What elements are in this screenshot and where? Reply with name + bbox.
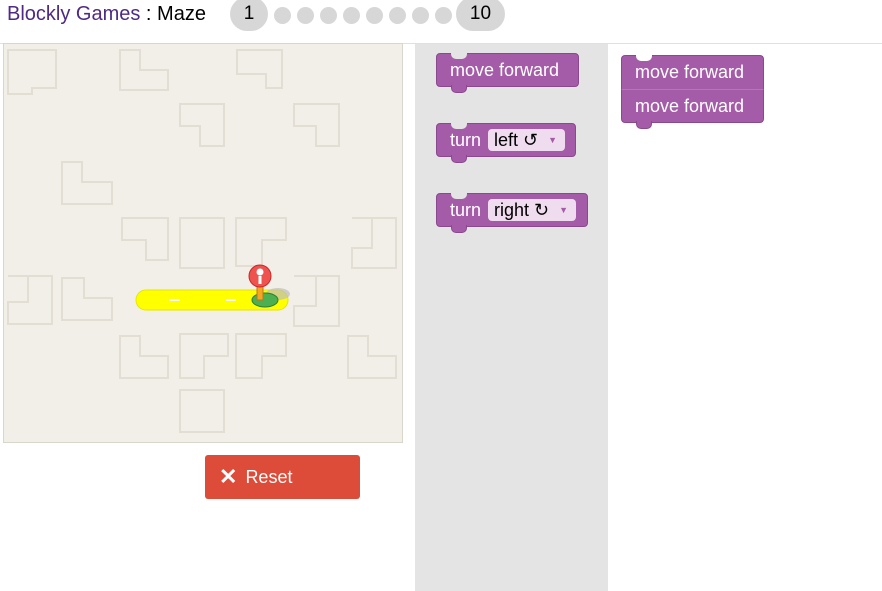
header: Blockly Games : Maze 1 10 bbox=[0, 0, 882, 44]
block-workspace[interactable]: move forward move forward bbox=[608, 44, 882, 591]
level-1-button[interactable]: 1 bbox=[230, 0, 268, 31]
block-label: turn bbox=[450, 129, 482, 150]
toolbox-block-turn-left[interactable]: turn left ↺ ▼ bbox=[436, 123, 576, 163]
level-selector: 1 10 bbox=[230, 0, 505, 31]
level-2-dot[interactable] bbox=[274, 7, 291, 24]
page-title: Blockly Games : Maze bbox=[7, 2, 206, 26]
title-separator: : bbox=[140, 3, 158, 25]
maze-wall-tiles bbox=[7, 49, 397, 433]
game-name: Maze bbox=[157, 3, 206, 25]
block-label: move forward bbox=[635, 62, 745, 82]
level-10-button[interactable]: 10 bbox=[456, 0, 505, 31]
block-toolbox: move forward turn left ↺ ▼ turn right ↻ … bbox=[415, 44, 608, 591]
toolbox-block-move-forward[interactable]: move forward bbox=[436, 53, 579, 93]
level-6-dot[interactable] bbox=[366, 7, 383, 24]
workspace-block-move-forward[interactable]: move forward bbox=[621, 89, 764, 129]
toolbox-block-turn-right[interactable]: turn right ↻ ▼ bbox=[436, 193, 588, 233]
direction-dropdown[interactable]: left ↺ ▼ bbox=[488, 129, 566, 151]
block-label: move forward bbox=[450, 59, 560, 80]
maze-svg bbox=[7, 49, 397, 433]
dropdown-value: left ↺ bbox=[494, 129, 539, 150]
level-7-dot[interactable] bbox=[389, 7, 406, 24]
level-5-dot[interactable] bbox=[343, 7, 360, 24]
reset-label: Reset bbox=[245, 466, 293, 487]
reset-button[interactable]: ✕ Reset bbox=[205, 455, 360, 499]
level-8-dot[interactable] bbox=[412, 7, 429, 24]
direction-dropdown[interactable]: right ↻ ▼ bbox=[488, 199, 577, 221]
block-label: move forward bbox=[635, 95, 745, 116]
maze-canvas bbox=[3, 43, 403, 443]
app-home-link[interactable]: Blockly Games bbox=[7, 3, 140, 25]
level-3-dot[interactable] bbox=[297, 7, 314, 24]
dropdown-value: right ↻ bbox=[494, 199, 550, 220]
level-4-dot[interactable] bbox=[320, 7, 337, 24]
level-9-dot[interactable] bbox=[435, 7, 452, 24]
chevron-down-icon: ▼ bbox=[559, 205, 569, 215]
workspace-block-move-forward[interactable]: move forward bbox=[621, 55, 764, 89]
chevron-down-icon: ▼ bbox=[548, 135, 558, 145]
close-icon: ✕ bbox=[219, 464, 238, 489]
block-label: turn bbox=[450, 199, 482, 220]
